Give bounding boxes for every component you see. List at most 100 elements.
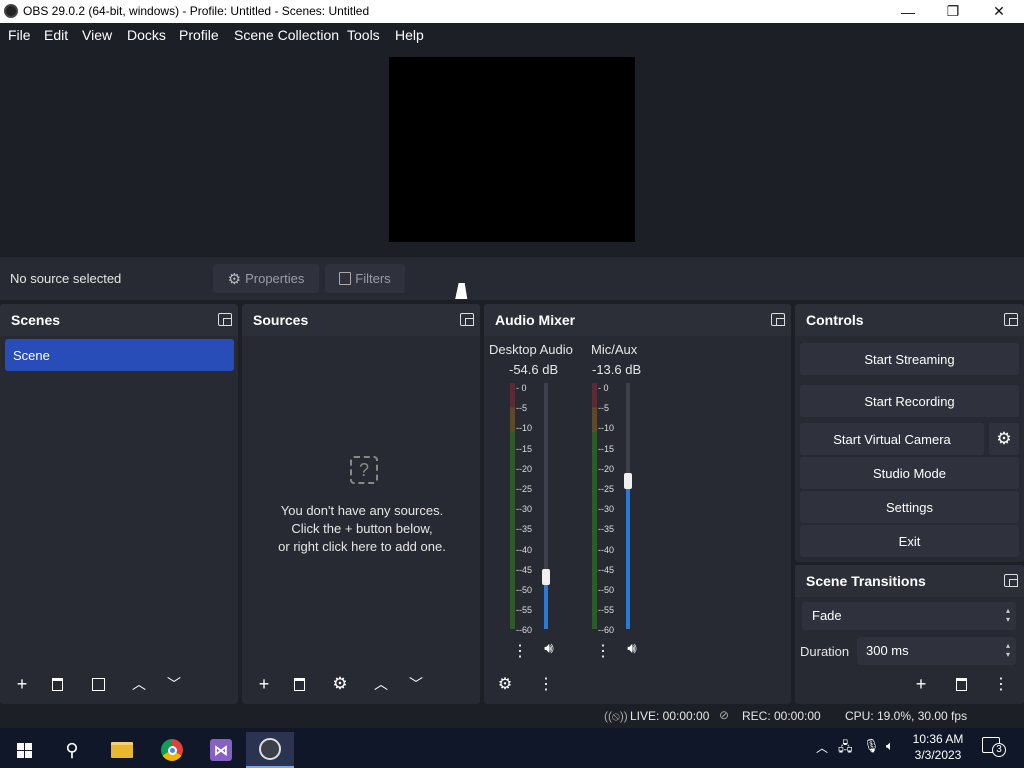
meter-tick-label: --20 — [516, 463, 533, 474]
remove-source-button[interactable] — [284, 670, 314, 698]
trash-icon — [51, 677, 63, 691]
clock-date: 3/3/2023 — [914, 748, 962, 762]
trash-icon — [293, 677, 305, 691]
undock-icon[interactable] — [771, 313, 785, 326]
sources-empty-message: You don't have any sources. Click the + … — [244, 502, 480, 556]
remove-scene-button[interactable] — [42, 670, 72, 698]
menu-view[interactable]: View — [82, 27, 112, 43]
rec-icon: ⊘ — [719, 708, 730, 722]
exit-button[interactable]: Exit — [800, 525, 1019, 557]
add-scene-button[interactable]: + — [7, 670, 37, 698]
mic-aux-volume-handle[interactable] — [624, 473, 632, 489]
empty-line-3: or right click here to add one. — [278, 539, 446, 554]
desktop-audio-db: -54.6 dB — [509, 362, 559, 377]
mic-aux-volume-fill — [626, 481, 630, 629]
file-explorer-button[interactable] — [98, 732, 146, 768]
move-source-up-button[interactable]: ︿ — [366, 670, 396, 698]
maximize-button[interactable]: ❐ — [930, 0, 976, 23]
undock-icon[interactable] — [1004, 313, 1018, 326]
spin-arrows-icon: ▴ ▾ — [1005, 641, 1010, 659]
window-title: OBS 29.0.2 (64-bit, windows) - Profile: … — [23, 4, 370, 18]
add-source-button[interactable]: + — [249, 670, 279, 698]
title-bar: OBS 29.0.2 (64-bit, windows) - Profile: … — [0, 0, 1024, 23]
move-source-down-button[interactable]: ﹀ — [401, 670, 431, 698]
status-bar: ((⦸)) LIVE: 00:00:00 ⊘ REC: 00:00:00 CPU… — [0, 705, 1024, 728]
audio-mixer-menu-button[interactable]: ⋮ — [531, 670, 561, 698]
notifications-button[interactable]: 3 — [982, 737, 1006, 757]
menu-edit[interactable]: Edit — [44, 27, 68, 43]
undock-icon[interactable] — [218, 313, 232, 326]
filters-label: Filters — [355, 271, 391, 286]
menu-help[interactable]: Help — [395, 27, 424, 43]
mic-aux-menu-button[interactable]: ⋮ — [588, 637, 618, 665]
network-icon[interactable]: 🖧︎ — [838, 738, 853, 760]
scene-filters-button[interactable] — [83, 670, 113, 698]
menu-docks[interactable]: Docks — [127, 27, 166, 43]
transition-menu-button[interactable]: ⋮ — [986, 670, 1016, 698]
clock-time: 10:36 AM — [912, 732, 964, 746]
meter-tick-label: --30 — [598, 504, 615, 515]
clock[interactable]: 10:36 AM 3/3/2023 — [910, 731, 966, 763]
menu-profile[interactable]: Profile — [179, 27, 219, 43]
gear-icon: ⚙ — [996, 429, 1012, 448]
menu-file[interactable]: File — [8, 27, 31, 43]
search-button[interactable]: ⚲ — [48, 732, 96, 768]
duration-spinbox[interactable]: 300 ms ▴ ▾ — [857, 637, 1016, 665]
volume-icon[interactable]: 🔈︎ — [886, 738, 894, 754]
sources-dock-title: Sources — [242, 304, 480, 336]
filters-button[interactable]: Filters — [325, 264, 405, 293]
speaker-icon: 🔊︎ — [627, 639, 637, 657]
kebab-icon: ⋮ — [512, 643, 528, 660]
remove-transition-button[interactable] — [946, 670, 976, 698]
settings-button[interactable]: Settings — [800, 491, 1019, 523]
source-properties-button[interactable]: ⚙ — [325, 670, 355, 698]
chevron-up-icon[interactable]: ︿ — [816, 739, 828, 756]
preview-canvas[interactable] — [389, 57, 635, 242]
chrome-button[interactable] — [148, 732, 196, 768]
windows-start-button[interactable] — [0, 732, 48, 768]
desktop-audio-meter — [510, 383, 515, 629]
question-icon: ? — [350, 456, 378, 484]
audio-mixer-dock-title: Audio Mixer — [484, 304, 791, 336]
notification-count: 3 — [992, 743, 1006, 757]
move-scene-down-button[interactable]: ﹀ — [159, 670, 189, 698]
start-recording-button[interactable]: Start Recording — [800, 385, 1019, 417]
mic-aux-mute-button[interactable]: 🔊︎ — [617, 634, 647, 662]
desktop-audio-menu-button[interactable]: ⋮ — [505, 637, 535, 665]
desktop-audio-mute-button[interactable]: 🔊︎ — [534, 634, 564, 662]
undock-icon[interactable] — [1004, 574, 1018, 587]
virtual-camera-settings-button[interactable]: ⚙ — [989, 423, 1019, 455]
move-scene-up-button[interactable]: ︿ — [124, 670, 154, 698]
meter-tick-label: --55 — [516, 605, 533, 616]
desktop-audio-volume-handle[interactable] — [542, 569, 550, 585]
studio-mode-button[interactable]: Studio Mode — [800, 457, 1019, 489]
close-button[interactable]: ✕ — [976, 0, 1022, 23]
microphone-icon[interactable]: 🎙︎ — [863, 738, 880, 754]
meter-tick-label: --35 — [516, 524, 533, 535]
scene-list-item[interactable]: Scene — [5, 339, 234, 371]
scene-transitions-dock-title: Scene Transitions — [795, 565, 1024, 597]
menu-bar: File Edit View Docks Profile Scene Colle… — [0, 23, 1024, 47]
empty-line-1: You don't have any sources. — [280, 503, 444, 518]
meter-tick-label: --25 — [516, 484, 533, 495]
meter-tick-label: --50 — [598, 585, 615, 596]
advanced-audio-properties-button[interactable]: ⚙ — [490, 670, 520, 698]
kebab-icon: ⋮ — [538, 676, 554, 693]
properties-button[interactable]: ⚙ Properties — [213, 264, 319, 293]
obs-taskbar-button[interactable] — [246, 732, 294, 768]
filter-icon — [339, 272, 352, 285]
mic-aux-meter — [592, 383, 597, 629]
visual-studio-button[interactable]: ⋈ — [197, 732, 245, 768]
menu-tools[interactable]: Tools — [347, 27, 380, 43]
menu-scene-collection[interactable]: Scene Collection — [234, 27, 339, 43]
transition-select[interactable]: Fade ▴ ▾ — [802, 602, 1016, 630]
start-streaming-button[interactable]: Start Streaming — [800, 343, 1019, 375]
start-virtual-camera-button[interactable]: Start Virtual Camera — [800, 423, 984, 455]
controls-dock-title: Controls — [795, 304, 1024, 336]
undock-icon[interactable] — [460, 313, 474, 326]
meter-tick-label: --45 — [516, 564, 533, 575]
minimize-button[interactable]: — — [885, 0, 931, 23]
add-transition-button[interactable]: + — [906, 670, 936, 698]
duration-label: Duration — [800, 644, 850, 659]
folder-icon — [111, 742, 133, 758]
